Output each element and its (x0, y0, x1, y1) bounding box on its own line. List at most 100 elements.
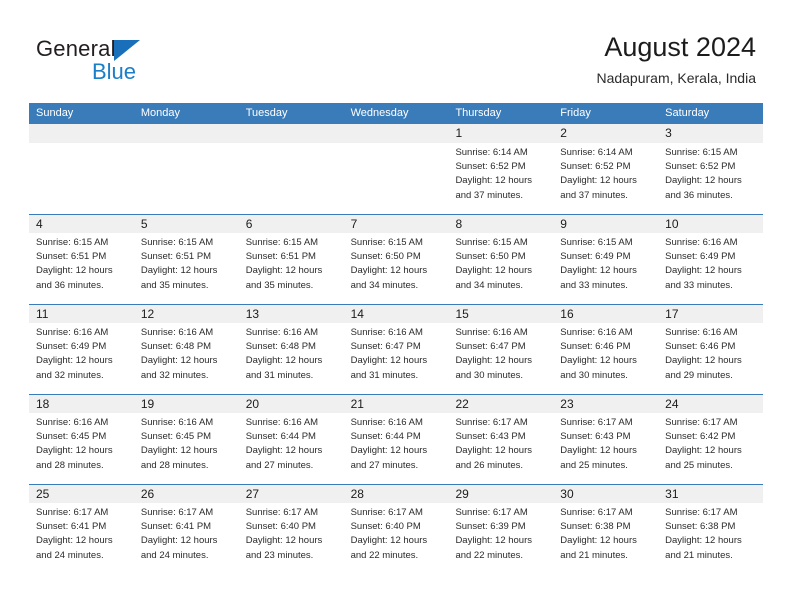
day-cell[interactable]: Sunrise: 6:15 AM Sunset: 6:50 PM Daylight:… (448, 233, 553, 304)
dow-thursday: Thursday (455, 107, 502, 119)
day-number[interactable]: 14 (344, 305, 449, 323)
sunrise-text: Sunrise: 6:17 AM (350, 507, 423, 518)
sunrise-text: Sunrise: 6:15 AM (665, 147, 738, 158)
day-cell[interactable]: Sunrise: 6:15 AM Sunset: 6:49 PM Daylight:… (553, 233, 658, 304)
day-number[interactable]: 3 (658, 124, 763, 143)
calendar-week-row: 1 2 3 Sunrise: 6:14 AM Sunset: 6:52 PM Daylig… (29, 124, 763, 214)
sunrise-text: Sunrise: 6:14 AM (560, 147, 633, 158)
day-number[interactable]: 4 (29, 215, 134, 233)
title-block: August 2024 Nadapuram, Kerala, India (596, 30, 756, 87)
day-detail-band: Sunrise: 6:14 AM Sunset: 6:52 PM Daylight:… (29, 143, 763, 214)
sunset-text: Sunset: 6:45 PM (140, 431, 212, 443)
day-cell[interactable]: Sunrise: 6:16 AM Sunset: 6:47 PM Daylight:… (448, 323, 553, 394)
day-cell[interactable]: Sunrise: 6:17 AM Sunset: 6:41 PM Daylight:… (134, 503, 239, 574)
day-cell[interactable]: Sunrise: 6:17 AM Sunset: 6:40 PM Daylight:… (239, 503, 344, 574)
day-cell[interactable]: Sunrise: 6:16 AM Sunset: 6:44 PM Daylight:… (344, 413, 449, 484)
day-cell[interactable]: Sunrise: 6:14 AM Sunset: 6:52 PM Daylight:… (448, 143, 553, 214)
page-title: August 2024 (604, 32, 756, 62)
day-number[interactable]: 6 (239, 215, 344, 233)
day-number[interactable]: 29 (448, 485, 553, 503)
sunset-text: Sunset: 6:40 PM (245, 521, 316, 533)
calendar-page: General Blue August 2024 Nadapuram, Kera… (0, 0, 792, 612)
day-number[interactable]: 8 (448, 215, 553, 233)
day-cell[interactable]: Sunrise: 6:16 AM Sunset: 6:44 PM Daylight:… (239, 413, 344, 484)
sunset-text: Sunset: 6:42 PM (665, 431, 736, 443)
day-cell[interactable]: Sunrise: 6:17 AM Sunset: 6:39 PM Daylight:… (448, 503, 553, 574)
day-cell[interactable]: Sunrise: 6:17 AM Sunset: 6:41 PM Daylight:… (29, 503, 134, 574)
daylight-text: Daylight: 12 hours and 37 minutes. (560, 175, 637, 201)
calendar-week-row: 11 12 13 14 15 16 17 Sunrise: 6:16 AM Sunset: 6:… (29, 304, 763, 394)
sunrise-text: Sunrise: 6:15 AM (245, 237, 319, 248)
day-number[interactable]: 18 (29, 395, 134, 413)
day-number[interactable]: 13 (239, 305, 344, 323)
daylight-text: Daylight: 12 hours and 22 minutes. (350, 535, 428, 561)
daylight-text: Daylight: 12 hours and 21 minutes. (560, 535, 637, 561)
day-number[interactable]: 15 (448, 305, 553, 323)
day-cell[interactable]: Sunrise: 6:16 AM Sunset: 6:46 PM Daylight:… (658, 323, 763, 394)
day-cell[interactable]: Sunrise: 6:17 AM Sunset: 6:38 PM Daylight:… (553, 503, 658, 574)
day-number[interactable]: 1 (448, 124, 553, 143)
sunrise-text: Sunrise: 6:16 AM (140, 327, 214, 338)
sunrise-text: Sunrise: 6:16 AM (245, 327, 319, 338)
day-number[interactable]: 10 (658, 215, 763, 233)
dow-sunday: Sunday (36, 107, 74, 119)
day-number[interactable]: 27 (239, 485, 344, 503)
day-number[interactable]: 11 (29, 305, 134, 323)
day-number[interactable]: 5 (134, 215, 239, 233)
day-number[interactable]: 24 (658, 395, 763, 413)
calendar-grid: Sunday Monday Tuesday Wednesday Thursday… (29, 103, 763, 574)
day-number[interactable]: 28 (344, 485, 449, 503)
day-cell[interactable]: Sunrise: 6:14 AM Sunset: 6:52 PM Daylight:… (553, 143, 658, 214)
day-cell[interactable]: Sunrise: 6:16 AM Sunset: 6:45 PM Daylight:… (29, 413, 134, 484)
day-number[interactable]: 9 (553, 215, 658, 233)
day-number[interactable]: 22 (448, 395, 553, 413)
day-cell[interactable]: Sunrise: 6:15 AM Sunset: 6:51 PM Daylight:… (29, 233, 134, 304)
daylight-text: Daylight: 12 hours and 31 minutes. (245, 355, 323, 381)
sunset-text: Sunset: 6:52 PM (665, 161, 736, 173)
day-cell[interactable]: Sunrise: 6:15 AM Sunset: 6:52 PM Daylight:… (658, 143, 763, 214)
day-number[interactable]: 17 (658, 305, 763, 323)
daylight-text: Daylight: 12 hours and 32 minutes. (36, 355, 113, 381)
day-number[interactable]: 26 (134, 485, 239, 503)
day-number[interactable]: 21 (344, 395, 449, 413)
sunset-text: Sunset: 6:50 PM (455, 251, 526, 263)
general-blue-logo: General Blue (36, 36, 226, 88)
day-number[interactable]: 23 (553, 395, 658, 413)
location-subtitle: Nadapuram, Kerala, India (596, 70, 756, 86)
daylight-text: Daylight: 12 hours and 34 minutes. (455, 265, 533, 291)
day-cell[interactable]: Sunrise: 6:15 AM Sunset: 6:51 PM Daylight:… (134, 233, 239, 304)
sunset-text: Sunset: 6:49 PM (560, 251, 631, 263)
day-cell[interactable]: Sunrise: 6:17 AM Sunset: 6:38 PM Daylight:… (658, 503, 763, 574)
day-cell[interactable]: Sunrise: 6:17 AM Sunset: 6:40 PM Daylight:… (344, 503, 449, 574)
dow-tuesday: Tuesday (245, 107, 288, 119)
day-cell[interactable]: Sunrise: 6:15 AM Sunset: 6:50 PM Daylight:… (344, 233, 449, 304)
day-cell[interactable]: Sunrise: 6:16 AM Sunset: 6:46 PM Daylight:… (553, 323, 658, 394)
day-number[interactable]: 16 (553, 305, 658, 323)
day-cell[interactable]: Sunrise: 6:16 AM Sunset: 6:47 PM Daylight:… (344, 323, 449, 394)
day-number[interactable]: 30 (553, 485, 658, 503)
sunrise-text: Sunrise: 6:16 AM (665, 237, 738, 248)
day-cell[interactable]: Sunrise: 6:16 AM Sunset: 6:45 PM Daylight:… (134, 413, 239, 484)
day-cell[interactable]: Sunrise: 6:17 AM Sunset: 6:43 PM Daylight:… (553, 413, 658, 484)
day-cell[interactable]: Sunrise: 6:16 AM Sunset: 6:48 PM Daylight:… (239, 323, 344, 394)
day-cell[interactable]: Sunrise: 6:17 AM Sunset: 6:43 PM Daylight:… (448, 413, 553, 484)
day-cell[interactable]: Sunrise: 6:16 AM Sunset: 6:49 PM Daylight:… (658, 233, 763, 304)
day-cell[interactable]: Sunrise: 6:15 AM Sunset: 6:51 PM Daylight:… (239, 233, 344, 304)
sunset-text: Sunset: 6:41 PM (36, 521, 107, 533)
day-cell[interactable]: Sunrise: 6:16 AM Sunset: 6:48 PM Daylight:… (134, 323, 239, 394)
day-number[interactable]: 2 (553, 124, 658, 143)
day-cell[interactable]: Sunrise: 6:16 AM Sunset: 6:49 PM Daylight:… (29, 323, 134, 394)
day-number[interactable]: 12 (134, 305, 239, 323)
daylight-text: Daylight: 12 hours and 23 minutes. (245, 535, 323, 561)
sunrise-text: Sunrise: 6:17 AM (560, 507, 633, 518)
sunset-text: Sunset: 6:52 PM (560, 161, 631, 173)
day-number[interactable]: 20 (239, 395, 344, 413)
daylight-text: Daylight: 12 hours and 24 minutes. (140, 535, 218, 561)
day-number[interactable]: 25 (29, 485, 134, 503)
day-cell-empty (344, 143, 449, 214)
day-number[interactable]: 31 (658, 485, 763, 503)
day-cell[interactable]: Sunrise: 6:17 AM Sunset: 6:42 PM Daylight:… (658, 413, 763, 484)
day-number[interactable]: 7 (344, 215, 449, 233)
sunset-text: Sunset: 6:38 PM (665, 521, 736, 533)
day-number[interactable]: 19 (134, 395, 239, 413)
